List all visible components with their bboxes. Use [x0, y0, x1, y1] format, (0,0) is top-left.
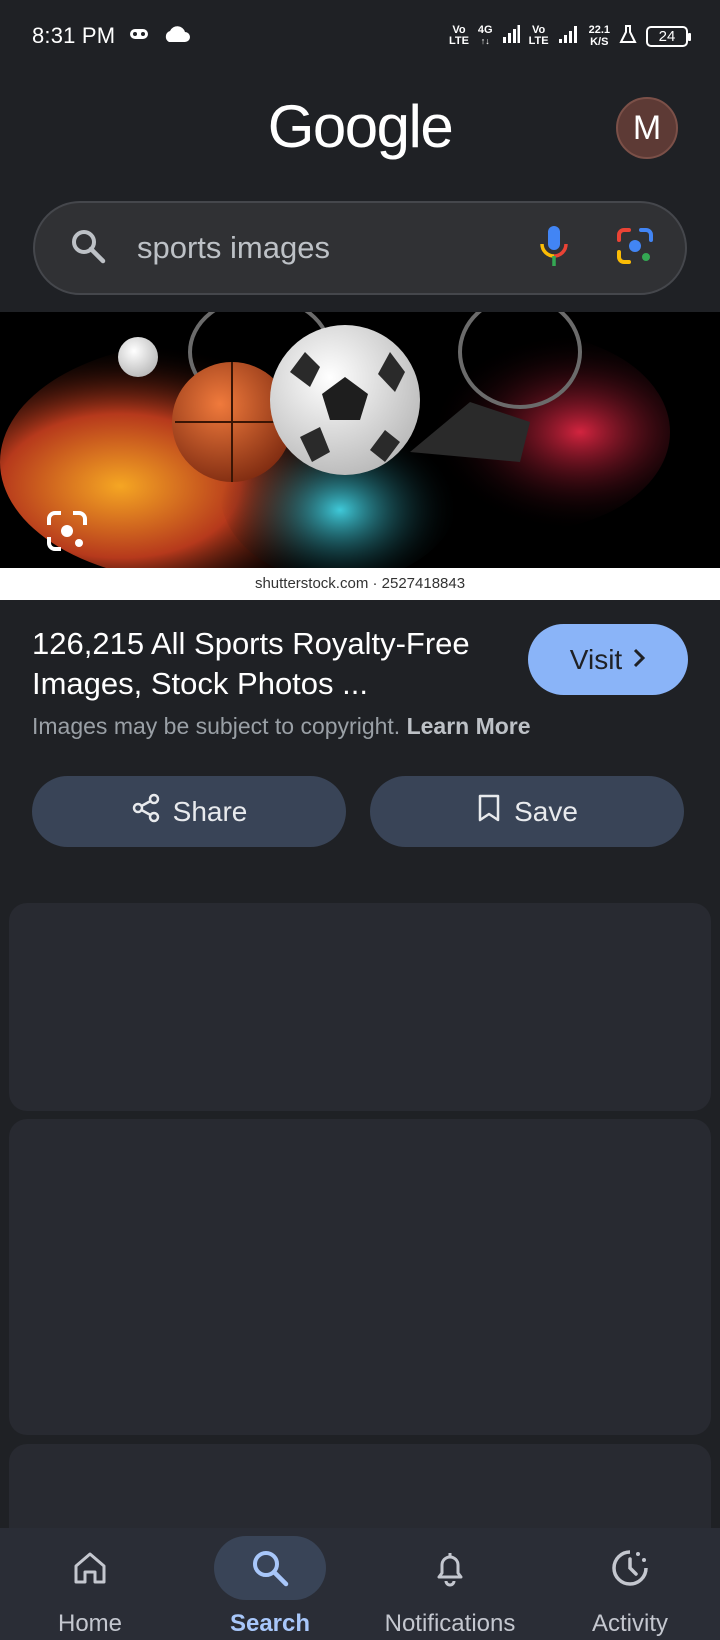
- cloud-icon: [161, 24, 191, 49]
- learn-more-link[interactable]: Learn More: [407, 713, 531, 739]
- nav-notifications[interactable]: Notifications: [360, 1528, 540, 1640]
- share-icon: [131, 793, 161, 830]
- status-icons: Vo LTE 4G ↑↓ Vo LTE 22.1 K/S 24: [448, 24, 691, 49]
- share-button[interactable]: Share: [32, 776, 346, 847]
- nav-activity-label: Activity: [591, 1610, 668, 1637]
- result-title[interactable]: 126,215 All Sports Royalty-Free Images, …: [32, 624, 502, 704]
- network-speed: 22.1 K/S: [588, 24, 610, 48]
- save-label: Save: [514, 795, 578, 827]
- nav-search[interactable]: Search: [180, 1528, 360, 1640]
- game-controller-icon: [129, 27, 149, 46]
- nav-home-label: Home: [57, 1610, 123, 1637]
- search-icon: [250, 1548, 290, 1588]
- battery-indicator: 24: [646, 25, 691, 47]
- microphone-icon[interactable]: [539, 225, 569, 272]
- search-input[interactable]: sports images: [137, 230, 539, 266]
- chevron-right-icon: [632, 644, 646, 676]
- sports-balls-illustration: [0, 312, 720, 568]
- network-4g-indicator: 4G ↑↓: [477, 24, 493, 47]
- image-source-caption: shutterstock.com · 2527418843: [0, 568, 720, 600]
- activity-icon: [610, 1548, 650, 1588]
- bottom-navigation: Home Search Notifications Activity: [0, 1528, 720, 1640]
- bell-icon: [430, 1548, 470, 1588]
- result-image[interactable]: shutterstock.com · 2527418843: [0, 312, 720, 600]
- nav-home[interactable]: Home: [0, 1528, 180, 1640]
- share-label: Share: [172, 795, 248, 827]
- signal-icon-1: [502, 24, 520, 48]
- google-logo: Google: [267, 93, 454, 160]
- flask-icon: [619, 24, 637, 49]
- search-bar[interactable]: sports images: [33, 201, 687, 295]
- visit-label: Visit: [569, 643, 623, 675]
- signal-icon-2: [558, 25, 580, 48]
- save-button[interactable]: Save: [370, 776, 684, 847]
- status-bar: 8:31 PM Vo LTE 4G ↑↓ Vo LTE 22.1 K/S 24: [0, 0, 720, 72]
- nav-activity[interactable]: Activity: [540, 1528, 720, 1640]
- loading-card: [9, 903, 711, 1111]
- volte-indicator-1: Vo LTE: [448, 24, 469, 47]
- google-lens-icon[interactable]: [615, 226, 655, 271]
- bookmark-icon: [476, 793, 502, 830]
- copyright-notice: Images may be subject to copyright. Lear…: [32, 713, 531, 740]
- search-icon: [69, 227, 107, 270]
- status-time: 8:31 PM: [32, 23, 116, 48]
- image-lens-icon[interactable]: [46, 510, 88, 552]
- copyright-text: Images may be subject to copyright.: [32, 713, 401, 739]
- nav-search-label: Search: [229, 1610, 311, 1637]
- home-icon: [70, 1548, 110, 1588]
- nav-notifications-label: Notifications: [384, 1610, 516, 1637]
- account-avatar[interactable]: M: [616, 97, 678, 159]
- loading-card: [9, 1119, 711, 1435]
- volte-indicator-2: Vo LTE: [528, 24, 549, 47]
- avatar-letter: M: [632, 108, 662, 147]
- visit-button[interactable]: Visit: [528, 624, 688, 695]
